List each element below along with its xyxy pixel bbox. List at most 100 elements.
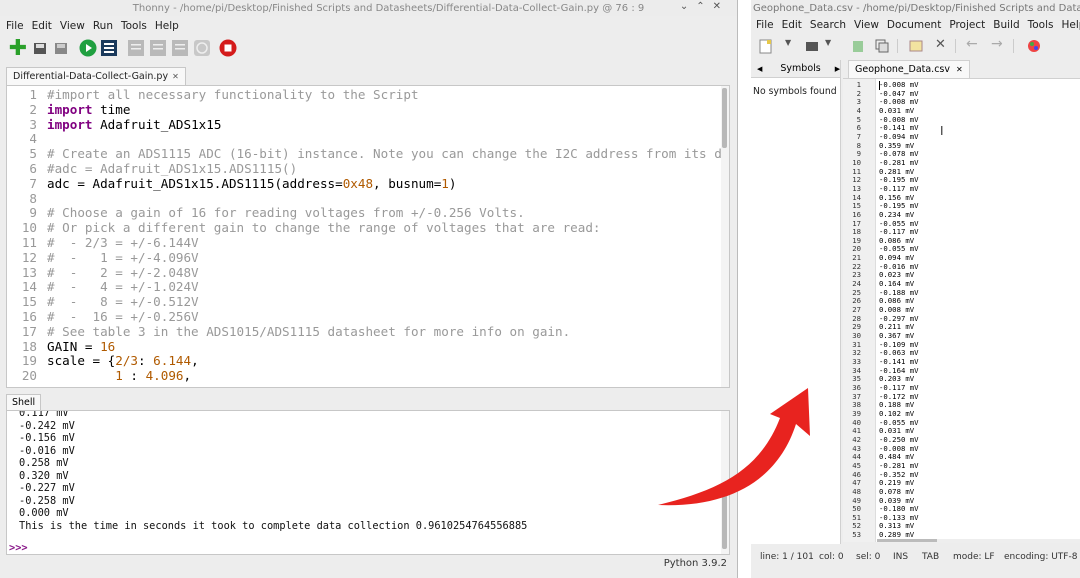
menu-run[interactable]: Run — [89, 20, 117, 32]
close-icon[interactable]: ✕ — [713, 1, 729, 12]
code-line: 13 # - 2 = +/-2.048V — [7, 264, 729, 281]
minimize-icon[interactable]: ⌄ — [680, 1, 696, 12]
menu-edit[interactable]: Edit — [28, 20, 56, 32]
tab-right-arrow-icon[interactable]: ▶ — [835, 65, 840, 73]
menu-build[interactable]: Build — [989, 19, 1023, 31]
code-editor[interactable]: 1 #import all necessary functionality to … — [6, 85, 730, 388]
menu-help[interactable]: Help — [151, 20, 183, 32]
shell-output-line: -0.258 mV — [19, 494, 75, 507]
code-line: 4 — [7, 132, 729, 147]
forward-icon[interactable]: → — [991, 36, 1003, 52]
menu-file[interactable]: File — [2, 20, 28, 32]
thonny-menubar: File Edit View Run Tools Help — [0, 16, 737, 36]
csv-value: -0.352 mV — [879, 469, 919, 479]
csv-value: -0.047 mV — [879, 88, 919, 98]
debug-icon[interactable] — [99, 38, 119, 58]
menu-file[interactable]: File — [752, 19, 778, 31]
code-token: adc = Adafruit_ADS1x15.ADS1115(address= — [47, 175, 343, 191]
line-number: 13 — [21, 264, 37, 280]
menu-view[interactable]: View — [56, 20, 89, 32]
shell-output-line: -0.242 mV — [19, 419, 75, 432]
save-icon[interactable] — [852, 39, 864, 53]
csv-value: 0.102 mV — [879, 408, 915, 418]
new-file-icon[interactable] — [759, 39, 772, 54]
menu-tools[interactable]: Tools — [1024, 19, 1058, 31]
maximize-icon[interactable]: ⌃ — [696, 1, 712, 12]
code-line: 20 1 : 4.096, — [7, 368, 729, 384]
open-file-icon[interactable] — [30, 38, 50, 58]
code-line: 14 # - 4 = +/-1.024V — [7, 279, 729, 295]
horizontal-scrollbar[interactable] — [877, 539, 1080, 543]
code-line: 8 — [7, 191, 729, 207]
csv-editor[interactable]: 1 -0.008 mV 2 -0.047 mV 3 -0.008 mV 4 0.031 mV 5… — [843, 78, 1080, 542]
code-line: 3 import Adafruit_ADS1x15 — [7, 116, 729, 133]
step-into-icon — [148, 38, 168, 58]
close-tab-icon[interactable]: ✕ — [172, 72, 179, 81]
code-token: # - 8 = +/-0.512V — [47, 294, 199, 310]
tab-left-arrow-icon[interactable]: ◀ — [757, 65, 762, 73]
csv-value: 0.219 mV — [879, 478, 915, 488]
menu-search[interactable]: Search — [806, 19, 850, 31]
line-number: 6 — [29, 160, 37, 176]
code-token: # - 4 = +/-1.024V — [47, 279, 199, 295]
code-token: 4.096 — [145, 368, 184, 384]
csv-value: 0.188 mV — [879, 400, 915, 410]
color-chooser-icon[interactable] — [1027, 39, 1041, 53]
editor-scrollbar[interactable] — [721, 86, 729, 387]
close-tab-icon[interactable]: ✕ — [956, 65, 963, 74]
menu-tools[interactable]: Tools — [117, 20, 151, 32]
revert-icon[interactable] — [909, 39, 923, 53]
shell-tab[interactable]: Shell — [6, 394, 42, 410]
code-line: 9 # Choose a gain of 16 for reading volta… — [7, 205, 729, 221]
shell-output-line: 0.320 mV — [19, 469, 69, 482]
csv-value: 0.289 mV — [879, 530, 915, 540]
code-token: : — [122, 368, 146, 384]
new-file-icon[interactable]: ✚ — [8, 36, 28, 61]
geany-toolbar: ▼ ▼ ✕ ← → — [751, 36, 1080, 58]
editor-tab[interactable]: Differential-Data-Collect-Gain.py ✕ — [6, 67, 186, 85]
csv-value: -0.141 mV — [879, 123, 919, 133]
shell-panel[interactable]: 0.117 mV -0.242 mV -0.156 mV -0.016 mV 0.258… — [6, 410, 730, 555]
new-dropdown-icon[interactable]: ▼ — [785, 38, 791, 47]
shell-output-line: -0.227 mV — [19, 482, 75, 494]
code-line: 15 # - 8 = +/-0.512V — [7, 294, 729, 310]
code-token: time — [92, 101, 131, 117]
csv-value: 0.086 mV — [879, 235, 915, 245]
shell-output-line: 0.258 mV — [19, 457, 69, 469]
code-token: # - 2 = +/-2.048V — [47, 264, 199, 280]
shell-prompt[interactable]: >>> — [9, 542, 28, 554]
open-file-icon[interactable] — [805, 39, 819, 53]
menu-edit[interactable]: Edit — [778, 19, 806, 31]
line-number: 10 — [21, 220, 37, 236]
line-number: 3 — [29, 116, 37, 132]
stop-icon[interactable] — [218, 38, 238, 58]
save-file-icon[interactable] — [51, 38, 71, 58]
text-cursor — [879, 81, 880, 90]
csv-value: -0.195 mV — [879, 201, 919, 211]
run-icon[interactable] — [78, 38, 98, 58]
toolbar-separator — [897, 39, 898, 53]
menu-document[interactable]: Document — [883, 19, 945, 31]
tab-symbols[interactable]: Symbols — [780, 63, 820, 74]
csv-value: -0.055 mV — [879, 218, 919, 228]
code-token: #import all necessary functionality to t… — [47, 87, 419, 102]
file-tab[interactable]: Geophone_Data.csv ✕ — [848, 60, 970, 78]
menu-help[interactable]: Help — [1058, 19, 1080, 31]
menu-view[interactable]: View — [850, 19, 883, 31]
csv-value: -0.172 mV — [879, 391, 919, 401]
interpreter-status[interactable]: Python 3.9.2 — [664, 558, 727, 569]
back-icon[interactable]: ← — [966, 36, 978, 52]
csv-value: -0.117 mV — [879, 382, 919, 392]
open-dropdown-icon[interactable]: ▼ — [825, 38, 831, 47]
line-number: 7 — [29, 175, 37, 191]
close-file-icon[interactable]: ✕ — [935, 37, 946, 52]
csv-value: 0.313 mV — [879, 521, 915, 531]
ibeam-cursor-icon: I — [940, 124, 944, 138]
menu-project[interactable]: Project — [945, 19, 989, 31]
save-all-icon[interactable] — [875, 39, 889, 53]
status-col: col: 0 — [819, 552, 844, 562]
csv-value: -0.117 mV — [879, 183, 919, 193]
line-number: 1 — [29, 87, 37, 102]
csv-value: -0.250 mV — [879, 434, 919, 444]
